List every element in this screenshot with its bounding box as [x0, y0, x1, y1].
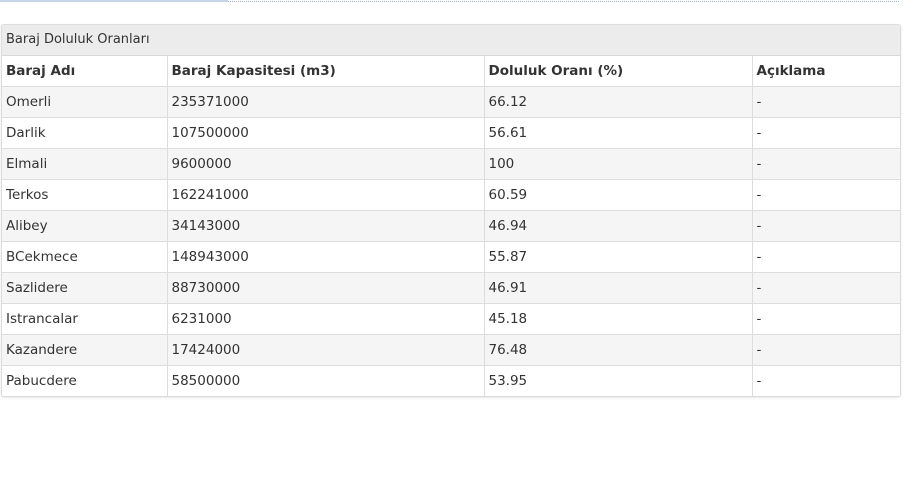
cell-occupancy-rate: 55.87 [483, 241, 752, 273]
cell-description: - [751, 241, 900, 273]
table-row: BCekmece 148943000 55.87 - [2, 241, 900, 273]
cell-occupancy-rate: 76.48 [483, 334, 752, 366]
cell-dam-name: Kazandere [2, 334, 167, 366]
cell-capacity: 162241000 [166, 179, 484, 211]
cell-description: - [751, 179, 900, 211]
cell-dam-name: Istrancalar [2, 303, 167, 335]
table-row: Sazlidere 88730000 46.91 - [2, 272, 900, 304]
cell-occupancy-rate: 53.95 [483, 365, 752, 396]
top-dotted-divider [228, 1, 899, 2]
column-header-capacity: Baraj Kapasitesi (m3) [166, 56, 484, 87]
cell-dam-name: Darlik [2, 117, 167, 149]
cell-dam-name: Alibey [2, 210, 167, 242]
cell-occupancy-rate: 66.12 [483, 86, 752, 118]
table-row: Terkos 162241000 60.59 - [2, 179, 900, 211]
cell-capacity: 17424000 [166, 334, 484, 366]
top-accent-bar [0, 0, 228, 2]
cell-capacity: 6231000 [166, 303, 484, 335]
panel-title: Baraj Doluluk Oranları [2, 25, 900, 56]
cell-dam-name: Elmali [2, 148, 167, 180]
cell-occupancy-rate: 56.61 [483, 117, 752, 149]
cell-description: - [751, 210, 900, 242]
cell-dam-name: BCekmece [2, 241, 167, 273]
cell-occupancy-rate: 100 [483, 148, 752, 180]
column-header-description: Açıklama [751, 56, 900, 87]
cell-capacity: 34143000 [166, 210, 484, 242]
cell-dam-name: Pabucdere [2, 365, 167, 396]
table-header-row: Baraj Adı Baraj Kapasitesi (m3) Doluluk … [2, 56, 900, 87]
cell-capacity: 9600000 [166, 148, 484, 180]
cell-capacity: 148943000 [166, 241, 484, 273]
cell-description: - [751, 148, 900, 180]
table-row: Pabucdere 58500000 53.95 - [2, 365, 900, 396]
cell-capacity: 58500000 [166, 365, 484, 396]
cell-description: - [751, 117, 900, 149]
cell-capacity: 107500000 [166, 117, 484, 149]
dam-occupancy-panel: Baraj Doluluk Oranları Baraj Adı Baraj K… [1, 24, 901, 397]
table-row: Alibey 34143000 46.94 - [2, 210, 900, 242]
cell-occupancy-rate: 46.91 [483, 272, 752, 304]
cell-description: - [751, 86, 900, 118]
cell-occupancy-rate: 45.18 [483, 303, 752, 335]
cell-description: - [751, 272, 900, 304]
cell-dam-name: Terkos [2, 179, 167, 211]
table-row: Darlik 107500000 56.61 - [2, 117, 900, 149]
table-row: Kazandere 17424000 76.48 - [2, 334, 900, 366]
cell-dam-name: Omerli [2, 86, 167, 118]
cell-capacity: 88730000 [166, 272, 484, 304]
cell-occupancy-rate: 46.94 [483, 210, 752, 242]
table-row: Istrancalar 6231000 45.18 - [2, 303, 900, 335]
column-header-dam-name: Baraj Adı [2, 56, 167, 87]
cell-dam-name: Sazlidere [2, 272, 167, 304]
cell-description: - [751, 303, 900, 335]
cell-description: - [751, 365, 900, 396]
table-row: Elmali 9600000 100 - [2, 148, 900, 180]
table-row: Omerli 235371000 66.12 - [2, 86, 900, 118]
cell-capacity: 235371000 [166, 86, 484, 118]
column-header-occupancy-rate: Doluluk Oranı (%) [483, 56, 752, 87]
cell-description: - [751, 334, 900, 366]
dam-occupancy-table: Baraj Adı Baraj Kapasitesi (m3) Doluluk … [2, 56, 900, 396]
cell-occupancy-rate: 60.59 [483, 179, 752, 211]
